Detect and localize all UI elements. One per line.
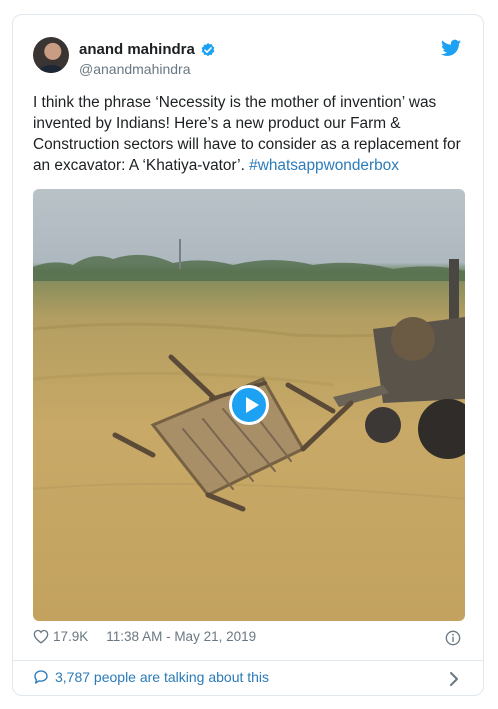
- hashtag-link[interactable]: #whatsappwonderbox: [249, 157, 399, 174]
- author-name[interactable]: anand mahindra: [79, 41, 195, 58]
- divider: [13, 660, 483, 661]
- chevron-right-icon[interactable]: [449, 671, 459, 687]
- conversation-text: 3,787 people are talking about this: [55, 669, 270, 685]
- play-icon[interactable]: [229, 385, 269, 425]
- avatar[interactable]: [33, 37, 69, 73]
- verified-badge-icon: [201, 42, 215, 56]
- heart-icon[interactable]: [33, 629, 49, 644]
- tweet-meta: 17.9K 11:38 AM - May 21, 2019: [33, 629, 256, 644]
- tweet-card: anand mahindra @anandmahindra I think th…: [12, 14, 484, 696]
- like-count[interactable]: 17.9K: [53, 629, 88, 644]
- tweet-timestamp[interactable]: 11:38 AM - May 21, 2019: [106, 629, 256, 644]
- twitter-bird-icon[interactable]: [441, 39, 461, 57]
- author-handle[interactable]: @anandmahindra: [79, 61, 191, 77]
- charpai: [112, 354, 354, 512]
- tweet-text: I think the phrase ‘Necessity is the mot…: [33, 92, 473, 176]
- video-thumbnail[interactable]: [33, 189, 465, 621]
- tractor: [333, 259, 465, 459]
- speech-bubble-icon: [34, 670, 48, 684]
- author-row: anand mahindra: [79, 41, 216, 58]
- conversation-link[interactable]: 3,787 people are talking about this: [33, 669, 269, 685]
- info-icon[interactable]: [445, 630, 461, 646]
